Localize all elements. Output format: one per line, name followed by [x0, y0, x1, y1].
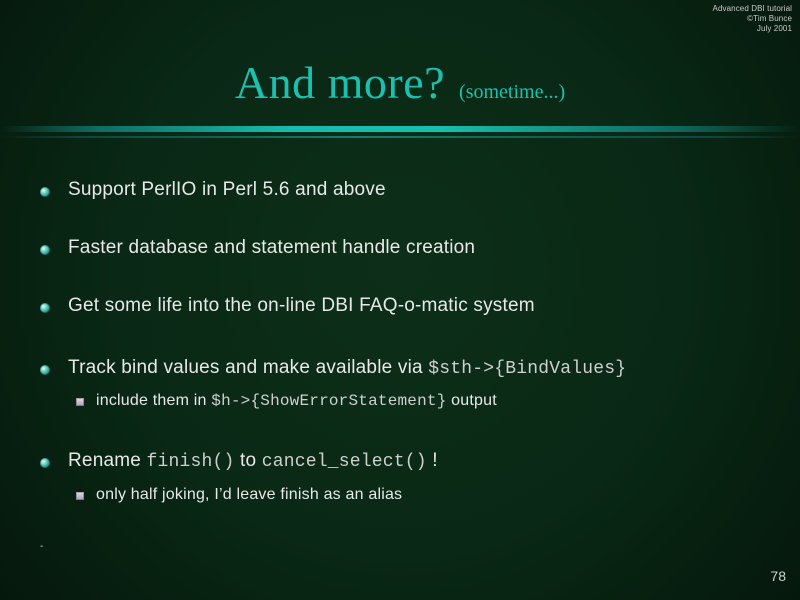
sub-bullet-square-icon: [76, 492, 84, 500]
sub-bullet-text: only half joking, I’d leave finish as an…: [96, 486, 403, 503]
bullet-dot-icon: [40, 458, 50, 468]
bullet-text: Get some life into the on-line DBI FAQ-o…: [68, 295, 535, 316]
bullet-text-before: Rename: [68, 450, 147, 471]
bullet-item-1: Support PerlIO in Perl 5.6 and above: [40, 178, 780, 202]
sub-bullet-item-5: only half joking, I’d leave finish as an…: [76, 485, 780, 505]
sub-bullet-square-icon: [76, 398, 84, 406]
bullet-code-1: finish(): [146, 452, 235, 472]
slide: Advanced DBI tutorial ©Tim Bunce July 20…: [0, 0, 800, 600]
bullet-item-2: Faster database and statement handle cre…: [40, 236, 780, 260]
bullet-item-4: Track bind values and make available via…: [40, 356, 780, 381]
bullet-list: Support PerlIO in Perl 5.6 and above Fas…: [0, 0, 800, 600]
bullet-text: Rename finish() to cancel_select() !: [68, 449, 438, 474]
bullet-text: Support PerlIO in Perl 5.6 and above: [68, 179, 386, 200]
bullet-text: Track bind values and make available via…: [68, 356, 626, 381]
sub-bullet-text: include them in $h->{ShowErrorStatement}…: [96, 391, 497, 411]
sub-bullet-text-before: include them in: [96, 392, 212, 409]
page-number: 78: [770, 568, 786, 584]
bullet-dot-icon: [40, 187, 50, 197]
bullet-text-after: !: [426, 450, 438, 471]
bullet-text: Faster database and statement handle cre…: [68, 237, 476, 258]
bullet-dot-icon: [40, 245, 50, 255]
bullet-code: $sth->{BindValues}: [428, 359, 627, 379]
bullet-text-middle: to: [234, 450, 262, 471]
bullet-text-before: Track bind values and make available via: [68, 357, 429, 378]
sub-bullet-code: $h->{ShowErrorStatement}: [211, 392, 447, 410]
bullet-dot-icon: [40, 365, 50, 375]
bullet-code-2: cancel_select(): [261, 452, 427, 472]
sub-bullet-item-4: include them in $h->{ShowErrorStatement}…: [76, 391, 780, 411]
footer-dash: -: [40, 541, 44, 552]
bullet-item-3: Get some life into the on-line DBI FAQ-o…: [40, 294, 780, 318]
bullet-item-5: Rename finish() to cancel_select() !: [40, 449, 780, 474]
sub-bullet-text-after: output: [446, 392, 497, 409]
bullet-dot-icon: [40, 303, 50, 313]
